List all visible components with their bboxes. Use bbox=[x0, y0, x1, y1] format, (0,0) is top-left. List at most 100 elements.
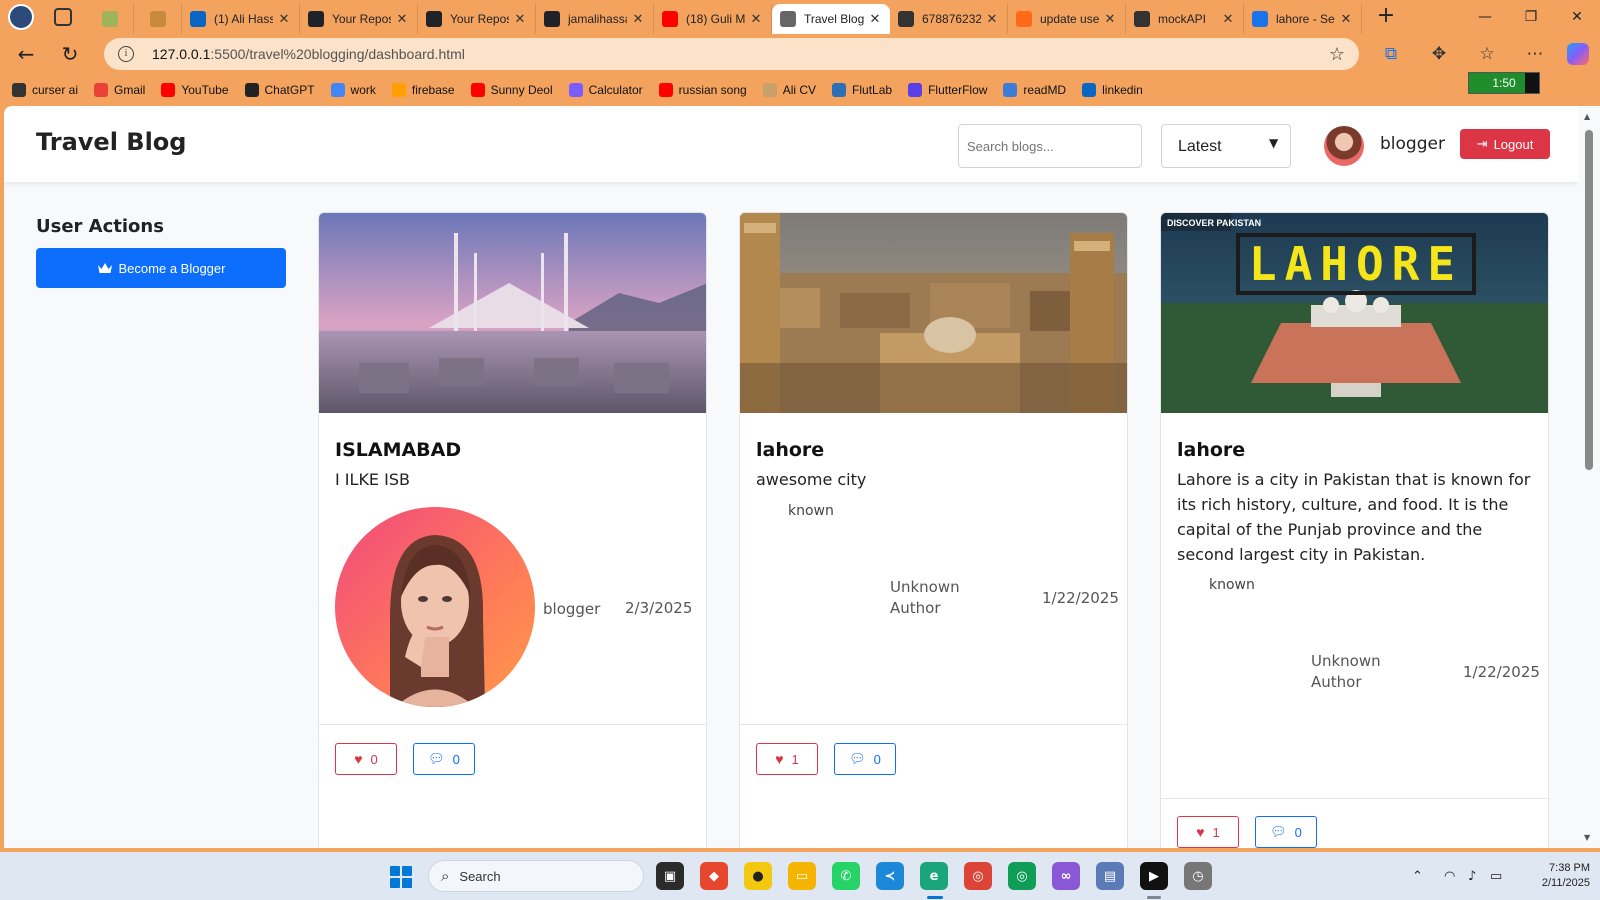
taskbar-clock[interactable]: 7:38 PM 2/11/2025 bbox=[1510, 861, 1590, 891]
tab[interactable]: mockAPI ✕ bbox=[1126, 4, 1244, 34]
close-tab-icon[interactable]: ✕ bbox=[1339, 12, 1353, 27]
whatsapp-icon[interactable]: ✆ bbox=[832, 862, 860, 890]
chrome-icon[interactable]: ◎ bbox=[964, 862, 992, 890]
linkedin-icon bbox=[190, 11, 206, 27]
extensions-icon[interactable]: ✥ bbox=[1423, 44, 1455, 64]
tab[interactable]: (1) Ali Hass ✕ bbox=[182, 4, 300, 34]
chat-app-icon[interactable]: ● bbox=[744, 862, 772, 890]
tab[interactable]: jamalihassa ✕ bbox=[536, 4, 654, 34]
bookmark-star-icon[interactable]: ☆ bbox=[1329, 44, 1345, 65]
bookmark-item[interactable]: linkedin bbox=[1082, 83, 1143, 97]
git-app-icon[interactable]: ◆ bbox=[700, 862, 728, 890]
bookmark-item[interactable]: russian song bbox=[658, 83, 747, 97]
tab[interactable]: (18) Guli M ✕ bbox=[654, 4, 772, 34]
tab-active[interactable]: Travel Blog ✕ bbox=[772, 4, 890, 34]
close-tab-icon[interactable]: ✕ bbox=[631, 12, 645, 27]
post-image-walled-city[interactable] bbox=[740, 213, 1127, 413]
scroll-down-icon[interactable]: ▼ bbox=[1584, 833, 1590, 842]
edge-icon[interactable]: e bbox=[920, 862, 948, 890]
copilot-icon[interactable] bbox=[1567, 43, 1589, 65]
comment-button[interactable]: 💬︎ 0 bbox=[1255, 816, 1317, 848]
close-tab-icon[interactable]: ✕ bbox=[868, 12, 882, 27]
post-image-faisal-mosque[interactable] bbox=[319, 213, 706, 413]
clock-app-icon[interactable]: ◷ bbox=[1184, 862, 1212, 890]
translate-icon[interactable]: ⧉ bbox=[1375, 44, 1407, 64]
tab[interactable]: Your Repos ✕ bbox=[418, 4, 536, 34]
bookmark-item[interactable]: FlutLab bbox=[832, 83, 892, 97]
become-blogger-button[interactable]: Become a Blogger bbox=[36, 248, 286, 288]
post-title[interactable]: lahore bbox=[1177, 439, 1245, 461]
chart-app-icon[interactable]: ▤ bbox=[1096, 862, 1124, 890]
author-avatar bbox=[335, 507, 535, 707]
running-app-indicator bbox=[1147, 896, 1161, 899]
close-tab-icon[interactable]: ✕ bbox=[1221, 12, 1235, 27]
bookmark-item[interactable]: curser ai bbox=[12, 83, 78, 97]
bookmark-item[interactable]: firebase bbox=[391, 83, 455, 97]
bookmark-item[interactable]: Calculator bbox=[568, 83, 643, 97]
like-button[interactable]: ♥ 1 bbox=[1177, 816, 1239, 848]
vscode-icon[interactable]: ≺ bbox=[876, 862, 904, 890]
bookmark-item[interactable]: work bbox=[330, 83, 376, 97]
bookmark-item[interactable]: Gmail bbox=[94, 83, 145, 97]
tray-overflow-icon[interactable]: ⌃ bbox=[1412, 869, 1423, 884]
close-tab-icon[interactable]: ✕ bbox=[277, 12, 291, 27]
like-button[interactable]: ♥ 0 bbox=[335, 743, 397, 775]
comment-button[interactable]: 💬︎ 0 bbox=[413, 743, 475, 775]
search-input[interactable] bbox=[958, 124, 1142, 168]
tab[interactable]: Your Repos ✕ bbox=[300, 4, 418, 34]
close-tab-icon[interactable]: ✕ bbox=[749, 12, 763, 27]
like-button[interactable]: ♥ 1 bbox=[756, 743, 818, 775]
page-scrollbar[interactable]: ▲ ▼ bbox=[1578, 106, 1600, 848]
close-tab-icon[interactable]: ✕ bbox=[395, 12, 409, 27]
restore-button[interactable]: ❐ bbox=[1508, 9, 1554, 25]
scroll-up-icon[interactable]: ▲ bbox=[1584, 112, 1590, 121]
new-tab-button[interactable]: + bbox=[1372, 3, 1400, 31]
comment-count: 0 bbox=[1294, 824, 1302, 840]
site-brand[interactable]: Travel Blog bbox=[36, 128, 186, 156]
site-info-icon[interactable]: i bbox=[118, 46, 134, 62]
bookmark-item[interactable]: FlutterFlow bbox=[908, 83, 987, 97]
bookmark-label: FlutLab bbox=[852, 83, 893, 97]
back-button[interactable]: ← bbox=[8, 38, 44, 70]
battery-icon[interactable]: ▭ bbox=[1490, 869, 1502, 884]
bookmark-item[interactable]: readMD bbox=[1003, 83, 1066, 97]
volume-icon[interactable]: ♪ bbox=[1468, 869, 1476, 884]
minimize-button[interactable]: — bbox=[1462, 9, 1508, 25]
task-view-icon[interactable]: ▣ bbox=[656, 862, 684, 890]
heart-icon: ♥ bbox=[775, 751, 784, 767]
tab[interactable]: 678876232 ✕ bbox=[890, 4, 1008, 34]
windows-start-icon[interactable] bbox=[390, 866, 412, 888]
wifi-icon[interactable]: ◠ bbox=[1444, 869, 1455, 884]
bookmark-item[interactable]: ChatGPT bbox=[244, 83, 315, 97]
post-title[interactable]: ISLAMABAD bbox=[335, 439, 461, 461]
bookmark-item[interactable]: YouTube bbox=[161, 83, 229, 97]
favorites-icon[interactable]: ☆ bbox=[1471, 44, 1503, 64]
file-explorer-icon[interactable]: ▭ bbox=[788, 862, 816, 890]
terminal-app-icon[interactable]: ▶ bbox=[1140, 862, 1168, 890]
avatar[interactable] bbox=[1324, 126, 1364, 166]
logout-button[interactable]: ⇥ Logout bbox=[1460, 129, 1550, 159]
browser-profile-avatar[interactable] bbox=[8, 4, 34, 30]
close-tab-icon[interactable]: ✕ bbox=[985, 12, 999, 27]
tab[interactable]: update use ✕ bbox=[1008, 4, 1126, 34]
comment-button[interactable]: 💬︎ 0 bbox=[834, 743, 896, 775]
close-tab-icon[interactable]: ✕ bbox=[513, 12, 527, 27]
visual-studio-icon[interactable]: ∞ bbox=[1052, 862, 1080, 890]
close-tab-icon[interactable]: ✕ bbox=[1103, 12, 1117, 27]
chrome-profile-icon[interactable]: ◎ bbox=[1008, 862, 1036, 890]
address-bar[interactable]: i 127.0.0.1:5500/travel%20blogging/dashb… bbox=[104, 38, 1359, 70]
sort-select[interactable]: Latest bbox=[1161, 124, 1291, 168]
bookmark-item[interactable]: Ali CV bbox=[762, 83, 816, 97]
tab[interactable] bbox=[86, 4, 134, 34]
scrollbar-thumb[interactable] bbox=[1585, 130, 1593, 470]
close-window-button[interactable]: ✕ bbox=[1554, 9, 1600, 25]
post-image-lahore-fort[interactable]: LAHORE DISCOVER PAKISTAN bbox=[1161, 213, 1548, 413]
tab[interactable]: lahore - Se ✕ bbox=[1244, 4, 1362, 34]
tab[interactable] bbox=[134, 4, 182, 34]
taskbar-search[interactable]: ⌕ Search bbox=[428, 860, 644, 892]
reload-button[interactable]: ↻ bbox=[52, 38, 88, 70]
more-menu-icon[interactable]: ⋯ bbox=[1519, 44, 1551, 64]
workspaces-icon[interactable] bbox=[54, 8, 72, 26]
bookmark-item[interactable]: Sunny Deol bbox=[470, 83, 553, 97]
post-title[interactable]: lahore bbox=[756, 439, 824, 461]
